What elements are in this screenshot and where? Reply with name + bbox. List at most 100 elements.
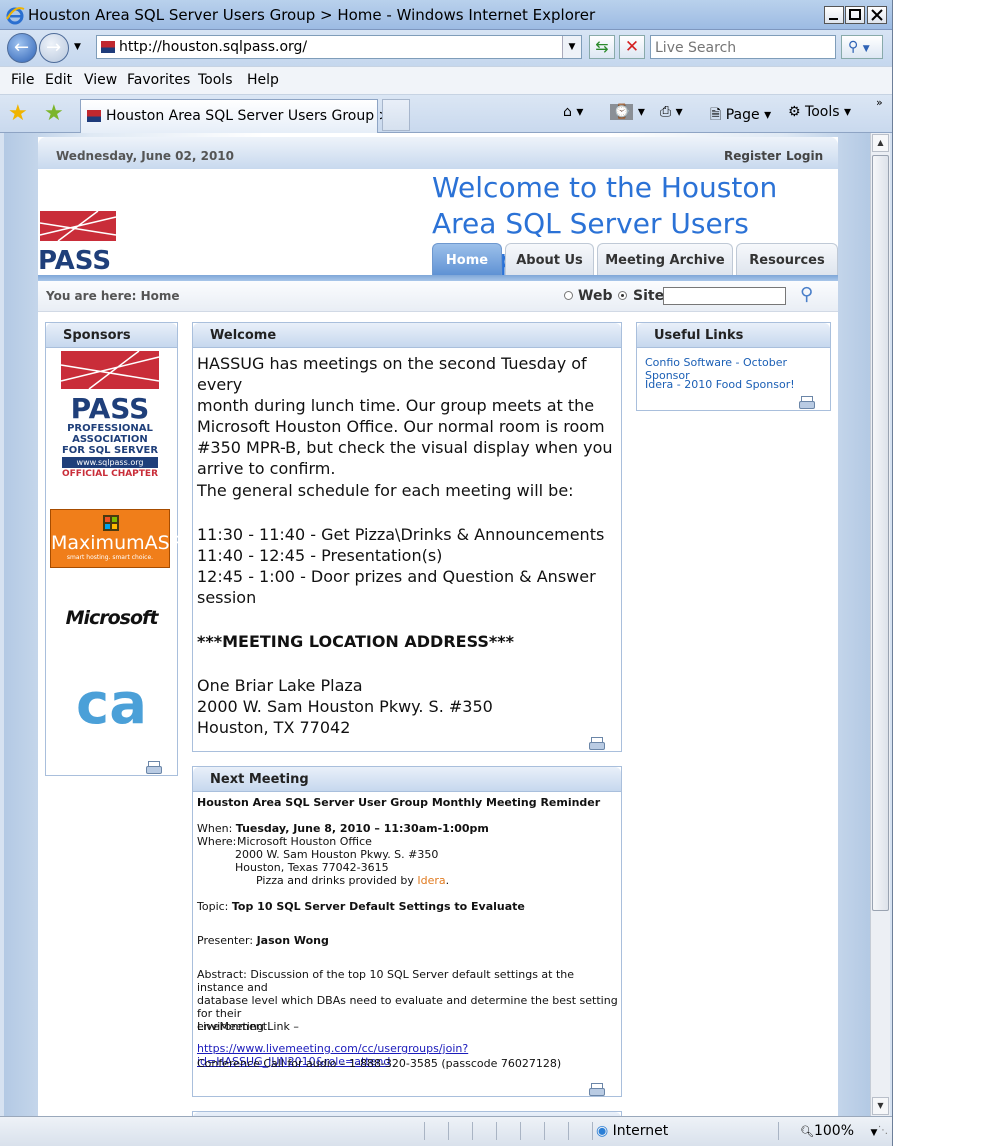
- feeds-button[interactable]: ⌚ ▾: [610, 104, 645, 120]
- stop-icon: ✕: [624, 37, 640, 57]
- chevron-more-icon[interactable]: »: [876, 96, 883, 109]
- gear-icon: ⚙: [788, 104, 801, 120]
- pass-sponsor-logo[interactable]: PASS PROFESSIONAL ASSOCIATION FOR SQL SE…: [59, 350, 161, 485]
- back-button[interactable]: ←: [7, 33, 37, 63]
- when-value: Tuesday, June 8, 2010 – 11:30am-1:00pm: [235, 822, 489, 835]
- where-line: Microsoft Houston Office: [237, 835, 372, 848]
- ca-sponsor-logo[interactable]: ca: [46, 675, 177, 735]
- tab-label: Houston Area SQL Server Users Group > ..…: [106, 108, 409, 124]
- minimize-icon: [829, 18, 838, 20]
- pass-sponsor-chapter: OFFICIAL CHAPTER: [62, 469, 158, 479]
- favorites-star-icon[interactable]: ★: [8, 101, 28, 126]
- status-divider: [424, 1122, 425, 1140]
- tab-current[interactable]: Houston Area SQL Server Users Group > ..…: [80, 99, 408, 133]
- schedule-list: 11:30 - 11:40 - Get Pizza\Drinks & Annou…: [197, 524, 604, 608]
- search-web-radio[interactable]: [564, 291, 573, 300]
- menu-tools[interactable]: Tools: [198, 72, 233, 88]
- maximumasp-sponsor-logo[interactable]: MaximumASP smart hosting. smart choice.: [50, 509, 181, 568]
- livemeeting-label: LiveMeeting Link –: [197, 1020, 299, 1033]
- scroll-up-icon[interactable]: ▲: [872, 134, 889, 152]
- useful-link-idera[interactable]: Idera - 2010 Food Sponsor!: [645, 378, 795, 391]
- search-icon: ⚲: [848, 39, 859, 55]
- search-web-label: Web: [578, 288, 613, 304]
- zoom-control[interactable]: 🔍︎100% ▼: [800, 1123, 877, 1139]
- page-menu-button[interactable]: 🗎 Page ▾: [710, 104, 771, 128]
- address-line: 2000 W. Sam Houston Pkwy. S. #350: [197, 697, 493, 716]
- scroll-down-icon[interactable]: ▼: [872, 1097, 889, 1115]
- zoom-icon: 🔍︎: [800, 1125, 814, 1138]
- search-site-radio[interactable]: [618, 291, 627, 300]
- breadcrumb: You are here: Home: [46, 289, 180, 303]
- location-address: One Briar Lake Plaza 2000 W. Sam Houston…: [197, 675, 493, 738]
- minimize-button[interactable]: [824, 6, 844, 24]
- sponsors-header: Sponsors: [46, 323, 177, 348]
- address-url: http://houston.sqlpass.org/: [119, 39, 308, 55]
- print-welcome-icon[interactable]: [589, 737, 605, 750]
- page-menu-label: Page: [725, 107, 760, 123]
- idera-link[interactable]: Idera: [417, 874, 445, 887]
- menu-help[interactable]: Help: [247, 72, 279, 88]
- schedule-intro: The general schedule for each meeting wi…: [197, 481, 574, 500]
- nav-home[interactable]: Home: [432, 243, 502, 275]
- menu-favorites[interactable]: Favorites: [127, 72, 190, 88]
- print-button[interactable]: ⎙ ▾: [660, 104, 683, 120]
- print-links-icon[interactable]: [799, 396, 815, 409]
- address-dropdown-icon[interactable]: ▼: [562, 36, 581, 58]
- nav-resources[interactable]: Resources: [736, 243, 838, 275]
- meeting-heading: Houston Area SQL Server User Group Month…: [197, 796, 601, 809]
- live-search-input[interactable]: [650, 35, 836, 59]
- menu-file[interactable]: File: [11, 72, 34, 88]
- zoom-dropdown-icon: ▼: [870, 1128, 878, 1138]
- useful-links-title: Useful Links: [654, 328, 744, 343]
- print-sponsors-icon[interactable]: [146, 761, 162, 774]
- microsoft-sponsor-logo[interactable]: Microsoft: [46, 607, 177, 629]
- status-divider: [496, 1122, 497, 1140]
- site-search-input[interactable]: [663, 287, 786, 305]
- welcome-p1-line: HASSUG has meetings on the second Tuesda…: [197, 354, 587, 394]
- page-icon: 🗎: [710, 107, 722, 123]
- menu-view[interactable]: View: [84, 72, 117, 88]
- print-meeting-icon[interactable]: [589, 1083, 605, 1096]
- pass-logo-text: PASS: [38, 246, 111, 271]
- status-divider: [472, 1122, 473, 1140]
- new-tab-button[interactable]: [382, 99, 410, 131]
- presenter-value: Jason Wong: [256, 934, 329, 947]
- history-dropdown-icon[interactable]: ▼: [74, 42, 81, 52]
- welcome-paragraph: HASSUG has meetings on the second Tuesda…: [197, 353, 621, 479]
- pass-logo[interactable]: PASS: [38, 211, 118, 271]
- pass-sponsor-line3: FOR SQL SERVER: [61, 445, 159, 456]
- refresh-button[interactable]: ⇆: [589, 35, 615, 59]
- address-field[interactable]: http://houston.sqlpass.org/ ▼: [96, 35, 582, 59]
- tools-menu-button[interactable]: ⚙ Tools ▾: [788, 104, 851, 120]
- welcome-p1-line: Microsoft Houston Office. Our normal roo…: [197, 417, 605, 436]
- register-link[interactable]: Register: [724, 149, 781, 163]
- maximize-button[interactable]: [845, 6, 865, 24]
- menu-edit[interactable]: Edit: [45, 72, 72, 88]
- forward-button[interactable]: →: [39, 33, 69, 63]
- title-bar: Houston Area SQL Server Users Group > Ho…: [0, 0, 892, 30]
- rss-feed-icon: ⌚: [610, 104, 634, 120]
- close-button[interactable]: [867, 6, 887, 24]
- status-divider: [520, 1122, 521, 1140]
- search-go-icon[interactable]: ⚲: [800, 284, 813, 305]
- stop-button[interactable]: ✕: [619, 35, 645, 59]
- scroll-thumb[interactable]: [872, 155, 889, 911]
- resize-grip-icon[interactable]: ⋱: [878, 1125, 888, 1136]
- login-link[interactable]: Login: [786, 149, 823, 163]
- abstract-line: database level which DBAs need to evalua…: [197, 994, 618, 1020]
- vertical-scrollbar[interactable]: ▲ ▼: [870, 133, 890, 1116]
- home-button[interactable]: ⌂ ▾: [563, 104, 583, 120]
- abstract-line: Abstract: Discussion of the top 10 SQL S…: [197, 968, 575, 994]
- schedule-item: 11:40 - 12:45 - Presentation(s): [197, 546, 443, 565]
- add-favorites-icon[interactable]: ★: [44, 101, 64, 126]
- welcome-p1-line: arrive to confirm.: [197, 459, 336, 478]
- search-button[interactable]: ⚲ ▼: [841, 35, 883, 59]
- nav-about-us[interactable]: About Us: [505, 243, 594, 275]
- menu-bar: File Edit View Favorites Tools Help: [0, 66, 892, 95]
- printer-icon: ⎙: [660, 104, 672, 120]
- security-zone[interactable]: ◉ Internet: [596, 1123, 668, 1139]
- web-page: Wednesday, June 02, 2010 Register Login …: [38, 137, 838, 1116]
- next-meeting-title: Next Meeting: [210, 772, 309, 787]
- nav-meeting-archive[interactable]: Meeting Archive: [597, 243, 733, 275]
- current-date: Wednesday, June 02, 2010: [56, 149, 235, 163]
